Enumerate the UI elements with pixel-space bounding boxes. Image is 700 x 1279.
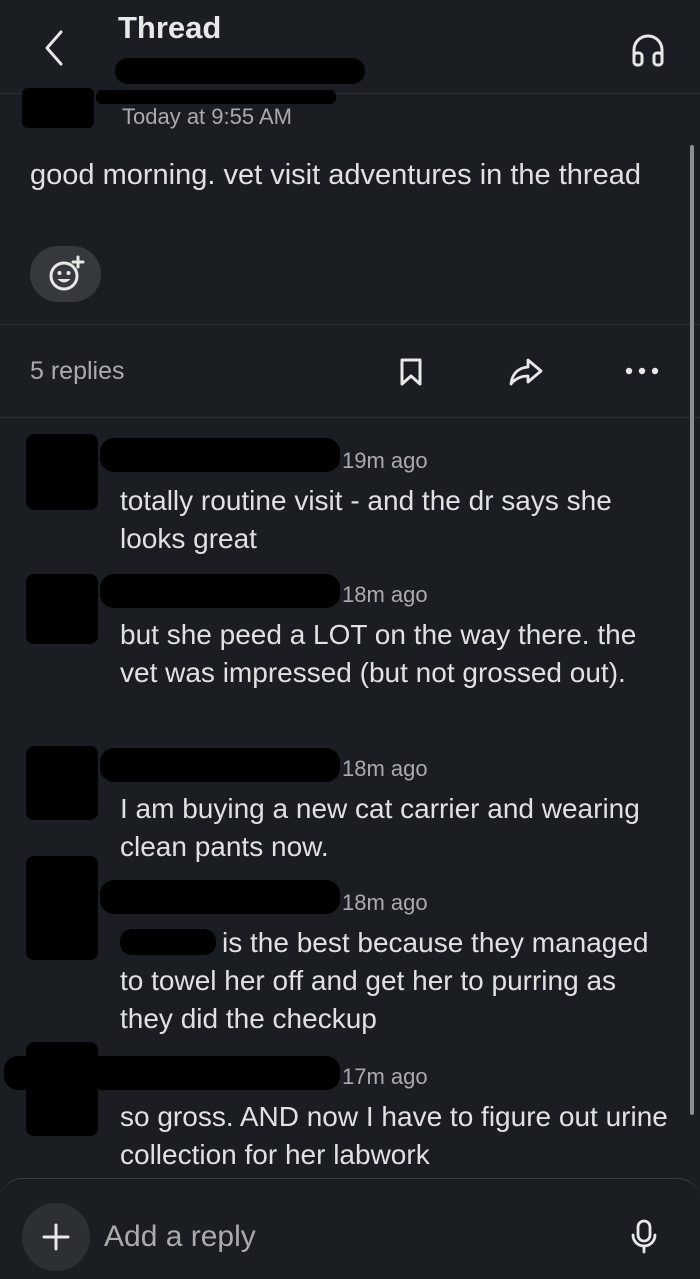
voice-message-button[interactable] xyxy=(624,1215,664,1259)
divider xyxy=(0,417,700,418)
page-title: Thread xyxy=(118,10,222,45)
mention-redacted xyxy=(120,929,216,955)
more-icon xyxy=(625,367,659,375)
reply-message: 19m ago totally routine visit - and the … xyxy=(0,432,690,562)
plus-icon xyxy=(42,1223,70,1251)
microphone-icon xyxy=(631,1219,657,1254)
reply-timestamp: 18m ago xyxy=(342,582,428,607)
share-icon xyxy=(509,358,543,386)
more-options-button[interactable] xyxy=(620,353,664,389)
huddle-button[interactable] xyxy=(626,28,670,72)
reply-timestamp: 18m ago xyxy=(342,890,428,915)
thread-header: Thread xyxy=(0,0,700,94)
reply-message: 18m ago but she peed a LOT on the way th… xyxy=(0,566,690,736)
message-text: good morning. vet visit adventures in th… xyxy=(30,159,641,191)
author-name-redacted xyxy=(4,1056,340,1090)
avatar-redacted xyxy=(26,574,98,644)
reply-message: 18m ago is the best because they managed… xyxy=(0,856,690,1044)
save-button[interactable] xyxy=(392,351,430,393)
reply-text: so gross. AND now I have to figure out u… xyxy=(120,1101,668,1170)
reply-message: 17m ago so gross. AND now I have to figu… xyxy=(0,1042,690,1178)
reply-text: totally routine visit - and the dr says … xyxy=(120,485,612,554)
thread-actions-bar: 5 replies xyxy=(0,325,700,417)
avatar-redacted xyxy=(26,434,98,510)
reply-text: I am buying a new cat carrier and wearin… xyxy=(120,793,640,862)
reply-composer xyxy=(0,1178,700,1279)
channel-name-redacted xyxy=(115,58,365,84)
message-timestamp: Today at 9:55 AM xyxy=(122,104,292,129)
thread-screen: Thread Today at 9:55 AM good morning. ve… xyxy=(0,0,700,1279)
headphones-icon xyxy=(632,34,664,67)
bookmark-icon xyxy=(400,358,422,386)
reply-timestamp: 19m ago xyxy=(342,448,428,473)
reply-timestamp: 17m ago xyxy=(342,1064,428,1089)
reply-count: 5 replies xyxy=(30,357,125,385)
author-name-redacted xyxy=(100,574,340,608)
reply-message: 18m ago I am buying a new cat carrier an… xyxy=(0,740,690,870)
share-button[interactable] xyxy=(504,351,548,393)
add-reaction-button[interactable] xyxy=(30,246,101,302)
add-reaction-icon xyxy=(49,255,84,291)
back-button[interactable] xyxy=(34,26,74,70)
add-attachment-button[interactable] xyxy=(22,1203,90,1271)
author-name-redacted xyxy=(100,880,340,914)
chevron-left-icon xyxy=(45,30,63,66)
author-name-redacted xyxy=(100,748,340,782)
reply-input[interactable] xyxy=(104,1215,604,1259)
author-name-redacted xyxy=(100,438,340,472)
reply-timestamp: 18m ago xyxy=(342,756,428,781)
reply-text: is the best because they managed to towe… xyxy=(120,924,670,1038)
author-name-redacted xyxy=(96,90,336,104)
avatar-redacted xyxy=(26,856,98,960)
avatar-redacted xyxy=(26,746,98,820)
reply-text: but she peed a LOT on the way there. the… xyxy=(120,619,637,688)
parent-message: Today at 9:55 AM good morning. vet visit… xyxy=(0,88,700,324)
scrollbar[interactable] xyxy=(690,145,694,1115)
avatar-redacted xyxy=(22,88,94,128)
